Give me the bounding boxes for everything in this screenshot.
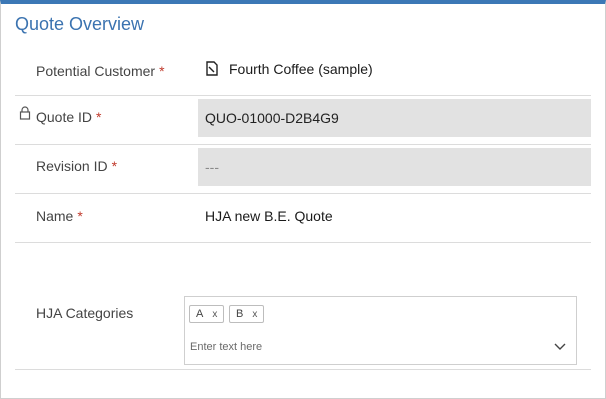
hja-categories-label: HJA Categories	[36, 305, 134, 321]
tag-a: A x	[189, 305, 225, 323]
required-marker: *	[111, 158, 118, 174]
name-label: Name *	[36, 208, 83, 224]
required-marker: *	[159, 63, 165, 79]
chevron-down-icon[interactable]	[554, 341, 566, 351]
potential-customer-value[interactable]: Fourth Coffee (sample)	[229, 61, 373, 77]
potential-customer-label: Potential Customer *	[36, 63, 165, 79]
tag-label: A	[196, 308, 204, 320]
record-icon	[206, 61, 218, 76]
tag-b: B x	[229, 305, 265, 323]
lock-icon	[19, 106, 31, 120]
hja-categories-multiselect[interactable]: A x B x	[184, 296, 577, 365]
quote-id-field: QUO-01000-D2B4G9	[198, 99, 591, 137]
tag-label: B	[236, 308, 244, 320]
quote-id-label: Quote ID *	[36, 109, 102, 125]
remove-tag-button[interactable]: x	[212, 309, 217, 320]
remove-tag-button[interactable]: x	[252, 309, 257, 320]
revision-id-field: ---	[198, 148, 591, 186]
quote-id-row: Quote ID * QUO-01000-D2B4G9	[15, 95, 591, 145]
potential-customer-row: Potential Customer * Fourth Coffee (sampl…	[15, 48, 591, 96]
section-title: Quote Overview	[15, 14, 145, 34]
hja-categories-input[interactable]	[190, 341, 530, 353]
required-marker: *	[96, 109, 102, 125]
name-field[interactable]: HJA new B.E. Quote	[205, 208, 333, 224]
revision-id-row: Revision ID * ---	[15, 144, 591, 194]
revision-id-label: Revision ID *	[36, 158, 118, 174]
potential-customer-lookup[interactable]: Fourth Coffee (sample)	[205, 61, 373, 77]
name-row: Name * HJA new B.E. Quote	[15, 193, 591, 243]
quote-overview-section: Quote Overview Potential Customer * Fourt…	[0, 0, 606, 399]
required-marker: *	[77, 208, 83, 224]
